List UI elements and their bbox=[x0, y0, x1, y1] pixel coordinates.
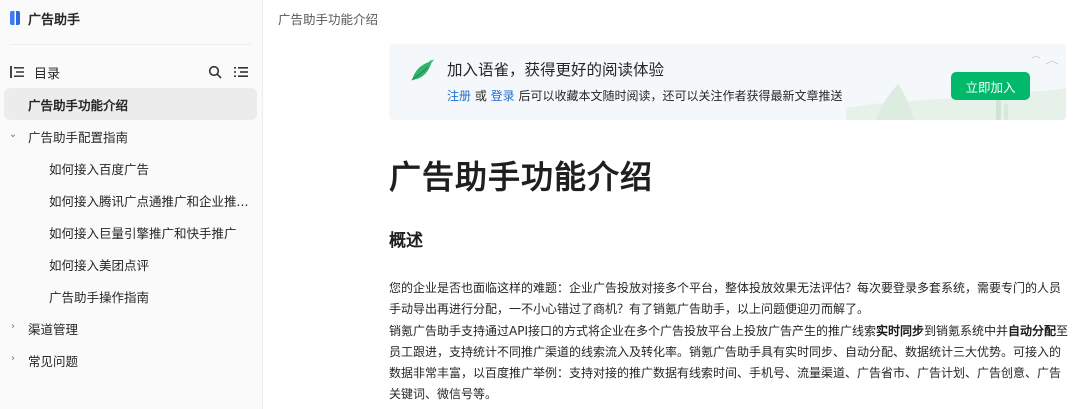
chevron-right-icon[interactable]: › bbox=[8, 322, 18, 332]
toc-item-faq[interactable]: › 常见问题 bbox=[0, 344, 263, 376]
toc-item-label: 如何接入百度广告 bbox=[49, 161, 150, 177]
toc-item-channels[interactable]: › 渠道管理 bbox=[0, 312, 263, 344]
chevron-right-icon[interactable]: › bbox=[8, 354, 18, 364]
article-body: 您的企业是否也面临这样的难题：企业广告投放对接多个平台，整体投放效果无法评估？每… bbox=[389, 278, 1072, 406]
paragraph: 您的企业是否也面临这样的难题：企业广告投放对接多个平台，整体投放效果无法评估？每… bbox=[389, 281, 1062, 317]
toc-item-label: 广告助手配置指南 bbox=[28, 129, 129, 145]
toc-item-intro[interactable]: 广告助手功能介绍 bbox=[4, 88, 257, 120]
book-icon bbox=[10, 11, 20, 25]
toc-item-oceanengine[interactable]: 如何接入巨量引擎推广和快手推广 bbox=[0, 216, 249, 248]
banner-title: 加入语雀，获得更好的阅读体验 bbox=[447, 61, 665, 79]
toc-list: 广告助手功能介绍 ⌄ 广告助手配置指南 如何接入百度广告 如何接入腾讯广点通推广… bbox=[0, 88, 263, 376]
banner-subtitle: 注册 或 登录 后可以收藏本文随时阅读，还可以关注作者获得最新文章推送 bbox=[447, 87, 843, 104]
text-run: 到销氪系统中并 bbox=[924, 323, 1009, 338]
toc-item-config-guide[interactable]: ⌄ 广告助手配置指南 bbox=[0, 120, 263, 152]
banner-or: 或 bbox=[471, 89, 491, 103]
section-heading: 概述 bbox=[389, 231, 423, 251]
brand-name: 广告助手 bbox=[28, 12, 81, 28]
banner-text: 后可以收藏本文随时阅读，还可以关注作者获得最新文章推送 bbox=[514, 89, 843, 103]
toc-item-label: 如何接入巨量引擎推广和快手推广 bbox=[49, 225, 237, 241]
toc-item-label: 常见问题 bbox=[28, 353, 79, 369]
toc-item-operation-guide[interactable]: 广告助手操作指南 bbox=[0, 280, 249, 312]
toc-item-tencent[interactable]: 如何接入腾讯广点通推广和企业推... bbox=[0, 184, 249, 216]
toc-item-label: 广告助手功能介绍 bbox=[28, 97, 129, 113]
divider bbox=[10, 44, 252, 45]
search-icon[interactable] bbox=[208, 65, 222, 79]
join-banner: 加入语雀，获得更好的阅读体验 注册 或 登录 后可以收藏本文随时阅读，还可以关注… bbox=[389, 44, 1066, 120]
toc-label: 目录 bbox=[34, 66, 61, 82]
text-run: 销氪广告助手支持通过API接口的方式将企业在多个广告投放平台上投放广告产生的推广… bbox=[389, 323, 876, 338]
toc-item-meituan[interactable]: 如何接入美团点评 bbox=[0, 248, 249, 280]
toc-item-label: 渠道管理 bbox=[28, 321, 79, 337]
bold-text: 自动分配 bbox=[1008, 323, 1057, 338]
outline-toggle-icon[interactable] bbox=[234, 65, 248, 79]
toc-item-label: 如何接入美团点评 bbox=[49, 257, 150, 273]
register-link[interactable]: 注册 bbox=[447, 89, 471, 103]
sidebar: 广告助手 目录 广告助手功能介绍 ⌄ 广告助手配置指南 如何接入百度广告 如何接… bbox=[0, 0, 263, 409]
paragraph: 销氪广告助手支持通过API接口的方式将企业在多个广告投放平台上投放广告产生的推广… bbox=[389, 321, 1072, 406]
toc-header: 目录 bbox=[10, 62, 248, 82]
join-now-button[interactable]: 立即加入 bbox=[951, 72, 1030, 100]
yuque-bird-icon bbox=[411, 59, 434, 81]
brand[interactable]: 广告助手 bbox=[10, 8, 80, 28]
breadcrumb: 广告助手功能介绍 bbox=[278, 12, 379, 27]
login-link[interactable]: 登录 bbox=[491, 89, 515, 103]
toc-item-label: 广告助手操作指南 bbox=[49, 289, 150, 305]
bold-text: 实时同步 bbox=[876, 323, 925, 338]
toc-item-label: 如何接入腾讯广点通推广和企业推... bbox=[49, 193, 249, 209]
toc-icon bbox=[10, 66, 24, 78]
toc-item-baidu[interactable]: 如何接入百度广告 bbox=[0, 152, 249, 184]
chevron-down-icon[interactable]: ⌄ bbox=[8, 130, 18, 140]
page-title: 广告助手功能介绍 bbox=[389, 158, 654, 196]
